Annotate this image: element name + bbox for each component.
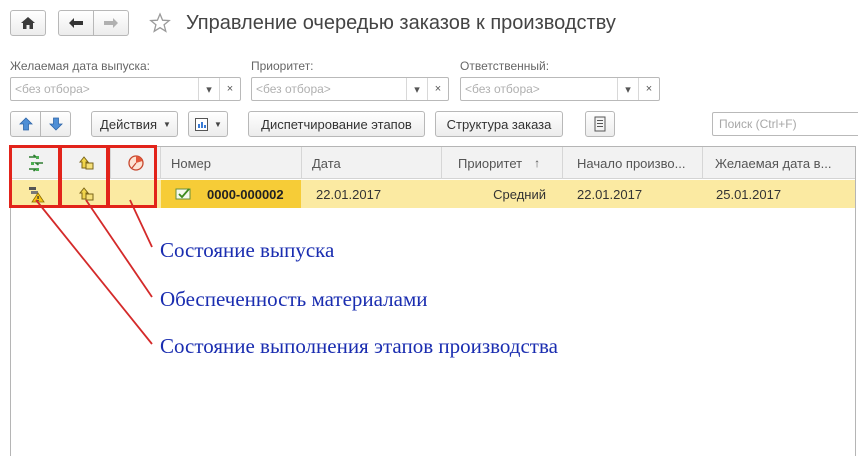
annotation-stages: Состояние выполнения этапов производства: [160, 334, 558, 358]
annotation-release-state: Состояние выпуска: [160, 238, 335, 262]
annotation-lines: [35, 199, 153, 345]
annotation-materials: Обеспеченность материалами: [160, 287, 428, 311]
